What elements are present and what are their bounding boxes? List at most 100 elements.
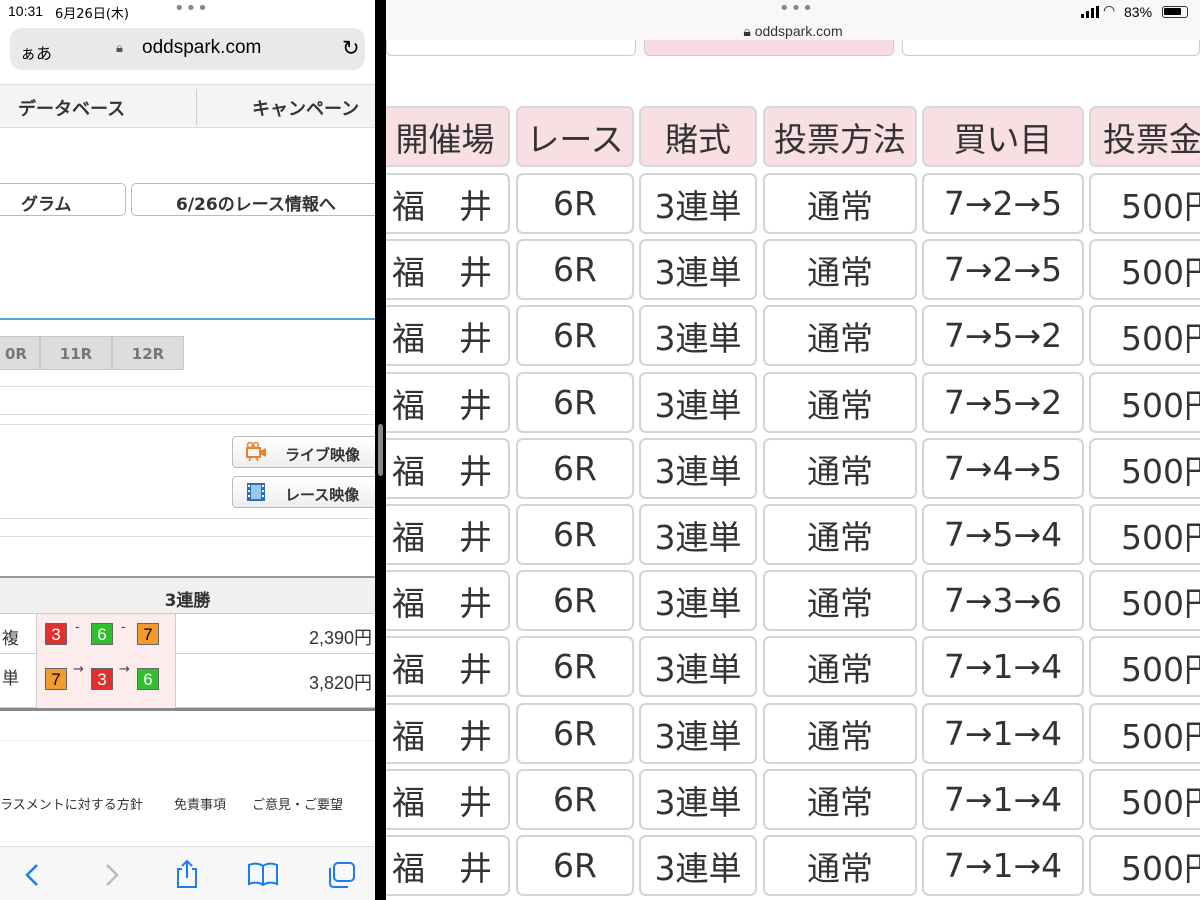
cell-venue: 福井	[386, 239, 510, 300]
nav-tab-campaign[interactable]: キャンペーン	[252, 95, 359, 121]
race-info-button[interactable]: 6/26のレース情報へ	[131, 183, 375, 216]
cell-venue: 福井	[386, 504, 510, 565]
cell-venue: 福井	[386, 305, 510, 366]
header-selection: 買い目	[922, 106, 1084, 167]
section-divider	[0, 318, 375, 320]
reload-icon[interactable]: ↻	[342, 36, 360, 60]
race-video-button[interactable]: レース映像	[232, 476, 375, 508]
divider	[0, 536, 375, 537]
button-stub[interactable]	[902, 40, 1200, 56]
cell-race: 6R	[516, 305, 634, 366]
result-kind: 単	[2, 669, 19, 689]
program-button[interactable]: グラム	[0, 183, 126, 216]
cell-vote-method: 通常	[763, 570, 917, 631]
divider	[0, 414, 375, 415]
cell-bet-type: 3連単	[639, 769, 757, 830]
cell-amount: 500円	[1089, 438, 1200, 499]
left-browser-pane: 10:31 6月26日(木) ••• ぁあ 🔒︎ oddspark.com ↻ …	[0, 0, 375, 900]
cell-venue: 福井	[386, 703, 510, 764]
cell-race: 6R	[516, 173, 634, 234]
header-bet-type: 賭式	[639, 106, 757, 167]
signal-icon	[1081, 6, 1099, 18]
share-icon[interactable]	[174, 859, 200, 889]
multitask-dots-icon[interactable]: •••	[174, 0, 209, 18]
header-venue: 開催場	[386, 106, 510, 167]
cell-race: 6R	[516, 769, 634, 830]
browser-toolbar	[0, 846, 375, 900]
divider	[0, 518, 375, 519]
cell-selection: 7→1→4	[922, 769, 1084, 830]
status-bar: 10:31 6月26日(木) •••	[0, 0, 375, 24]
footer-link-disclaimer[interactable]: 免責事項	[174, 794, 226, 813]
status-date: 6月26日(木)	[55, 7, 129, 22]
combo-separator: -	[75, 620, 80, 635]
cell-bet-type: 3連単	[639, 438, 757, 499]
url-domain[interactable]: 🔒︎ oddspark.com	[386, 23, 1200, 40]
split-view-divider[interactable]	[375, 0, 386, 900]
cell-race: 6R	[516, 239, 634, 300]
button-stub[interactable]	[386, 40, 636, 56]
back-icon[interactable]	[24, 863, 40, 887]
cell-vote-method: 通常	[763, 835, 917, 896]
combo-separator: →	[73, 662, 84, 677]
cell-vote-method: 通常	[763, 769, 917, 830]
header-vote-method: 投票方法	[763, 106, 917, 167]
race-tab-12r[interactable]: 12R	[112, 336, 184, 370]
cell-venue: 福井	[386, 835, 510, 896]
wifi-icon: ◠	[1103, 3, 1116, 19]
cell-selection: 7→4→5	[922, 438, 1084, 499]
battery-icon	[1162, 6, 1188, 18]
cell-selection: 7→1→4	[922, 636, 1084, 697]
divider	[0, 740, 375, 741]
status-time: 10:31	[8, 3, 44, 19]
cell-vote-method: 通常	[763, 504, 917, 565]
nav-divider	[196, 89, 197, 125]
cell-race: 6R	[516, 703, 634, 764]
results-bottom-border	[0, 708, 375, 711]
cell-vote-method: 通常	[763, 173, 917, 234]
cell-race: 6R	[516, 570, 634, 631]
divider	[0, 424, 375, 425]
footer-link-harassment[interactable]: ラスメントに対する方針	[0, 794, 143, 813]
multitask-dots-icon[interactable]: •••	[779, 0, 814, 18]
cell-amount: 500円	[1089, 305, 1200, 366]
result-number: 7	[137, 623, 159, 645]
cell-selection: 7→2→5	[922, 239, 1084, 300]
url-domain-text: oddspark.com	[754, 23, 843, 39]
race-video-label: レース映像	[285, 486, 360, 504]
race-tab-11r[interactable]: 11R	[40, 336, 112, 370]
tabs-icon[interactable]	[326, 861, 356, 889]
cell-selection: 7→1→4	[922, 703, 1084, 764]
forward-icon[interactable]	[104, 863, 120, 887]
footer-link-feedback[interactable]: ご意見・ご要望	[252, 794, 343, 813]
film-icon	[247, 483, 265, 501]
cell-vote-method: 通常	[763, 305, 917, 366]
video-camera-icon	[246, 442, 266, 462]
cell-amount: 500円	[1089, 835, 1200, 896]
cell-venue: 福井	[386, 769, 510, 830]
url-domain[interactable]: oddspark.com	[142, 37, 261, 59]
cell-vote-method: 通常	[763, 239, 917, 300]
cell-venue: 福井	[386, 438, 510, 499]
results-header: 3連勝	[0, 576, 375, 614]
live-video-button[interactable]: ライブ映像	[232, 436, 375, 468]
split-view-handle[interactable]	[378, 424, 383, 476]
cell-bet-type: 3連単	[639, 835, 757, 896]
cell-bet-type: 3連単	[639, 305, 757, 366]
cell-venue: 福井	[386, 570, 510, 631]
reader-settings-button[interactable]: ぁあ	[20, 40, 52, 64]
site-nav: データベース キャンペーン	[0, 84, 375, 128]
cell-bet-type: 3連単	[639, 636, 757, 697]
header-amount: 投票金	[1089, 106, 1200, 167]
status-bar: ••• ◠ 83% 🔒︎ oddspark.com	[386, 0, 1200, 56]
cell-venue: 福井	[386, 372, 510, 433]
cell-amount: 500円	[1089, 173, 1200, 234]
right-browser-pane: ••• ◠ 83% 🔒︎ oddspark.com 開催場 レース 賭式 投票方法 買い…	[386, 0, 1200, 900]
bookmarks-icon[interactable]	[247, 861, 279, 887]
lock-icon: 🔒︎	[116, 41, 123, 56]
button-stub[interactable]	[644, 40, 894, 56]
address-bar[interactable]: ぁあ 🔒︎ oddspark.com ↻	[10, 28, 365, 70]
battery-percent: 83%	[1124, 4, 1153, 20]
race-tab-10r[interactable]: 0R	[0, 336, 40, 370]
nav-tab-database[interactable]: データベース	[18, 95, 125, 121]
